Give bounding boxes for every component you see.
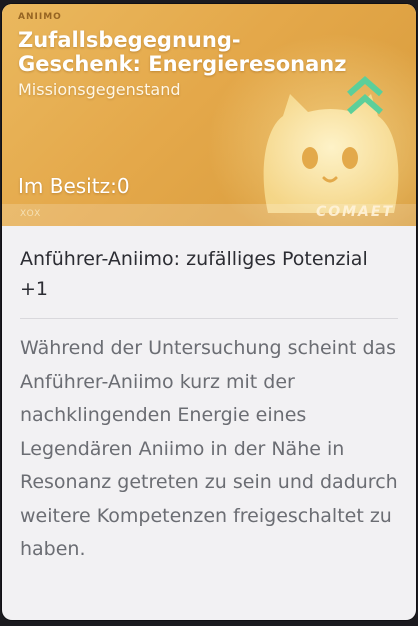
owned-label: Im Besitz: — [18, 174, 117, 198]
owned-count: 0 — [116, 174, 130, 198]
owned-count-row: Im Besitz:0 — [18, 174, 130, 198]
double-chevron-up-icon — [347, 76, 383, 115]
section-divider — [20, 318, 398, 319]
item-type: Missionsgegenstand — [18, 80, 181, 99]
footer-brand-logo: COMAET — [315, 204, 394, 220]
aniimo-creature-icon — [263, 94, 399, 213]
item-description: Während der Untersuchung scheint das Anf… — [20, 337, 398, 560]
item-code: XOX — [20, 209, 42, 219]
item-header: ANIIMO Zufallsbegegnung-Geschenk: Energi… — [2, 4, 416, 226]
item-effect: Anführer-Aniimo: zufälliges Potenzial +1 — [20, 248, 368, 300]
brand-label: ANIIMO — [18, 12, 62, 22]
item-detail-card: ANIIMO Zufallsbegegnung-Geschenk: Energi… — [2, 4, 416, 620]
item-title: Zufallsbegegnung-Geschenk: Energieresona… — [18, 28, 347, 76]
